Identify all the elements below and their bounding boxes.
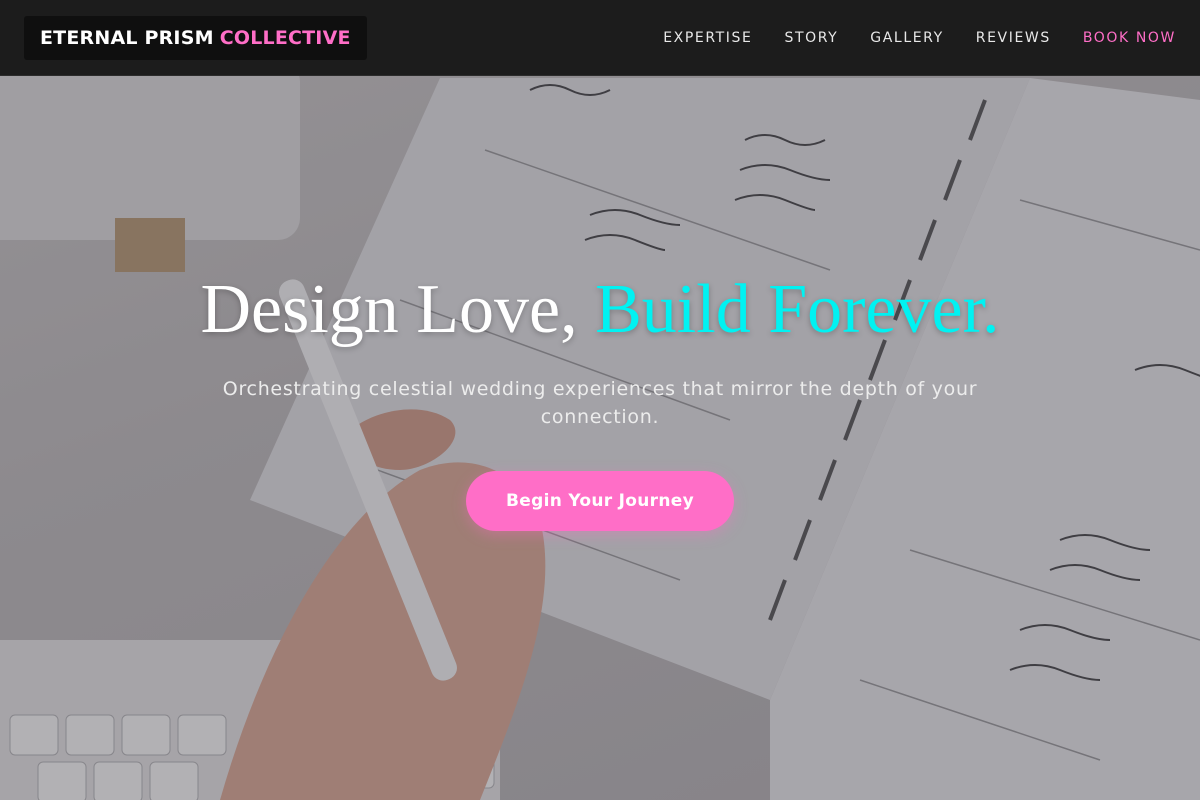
headline-part-1: Design Love,: [200, 271, 596, 348]
hero-headline: Design Love, Build Forever.: [200, 270, 999, 351]
brand-name-accent: COLLECTIVE: [219, 26, 351, 49]
hero-content: Design Love, Build Forever. Orchestratin…: [0, 270, 1200, 531]
hero-subtitle: Orchestrating celestial wedding experien…: [222, 377, 978, 428]
nav-link-gallery[interactable]: GALLERY: [870, 30, 943, 46]
nav-link-book-now[interactable]: BOOK NOW: [1083, 30, 1176, 46]
nav-link-reviews[interactable]: REVIEWS: [976, 30, 1051, 46]
top-navbar: ETERNAL PRISM COLLECTIVE EXPERTISE STORY…: [0, 0, 1200, 76]
begin-journey-button[interactable]: Begin Your Journey: [466, 470, 734, 531]
brand-name-primary: ETERNAL PRISM: [40, 26, 214, 49]
brand-logo[interactable]: ETERNAL PRISM COLLECTIVE: [24, 15, 367, 60]
nav-link-expertise[interactable]: EXPERTISE: [663, 30, 752, 46]
nav-links: EXPERTISE STORY GALLERY REVIEWS BOOK NOW: [663, 30, 1176, 46]
headline-accent: Build Forever.: [595, 271, 1000, 348]
hero-section: Design Love, Build Forever. Orchestratin…: [0, 0, 1200, 800]
nav-link-story[interactable]: STORY: [784, 30, 838, 46]
